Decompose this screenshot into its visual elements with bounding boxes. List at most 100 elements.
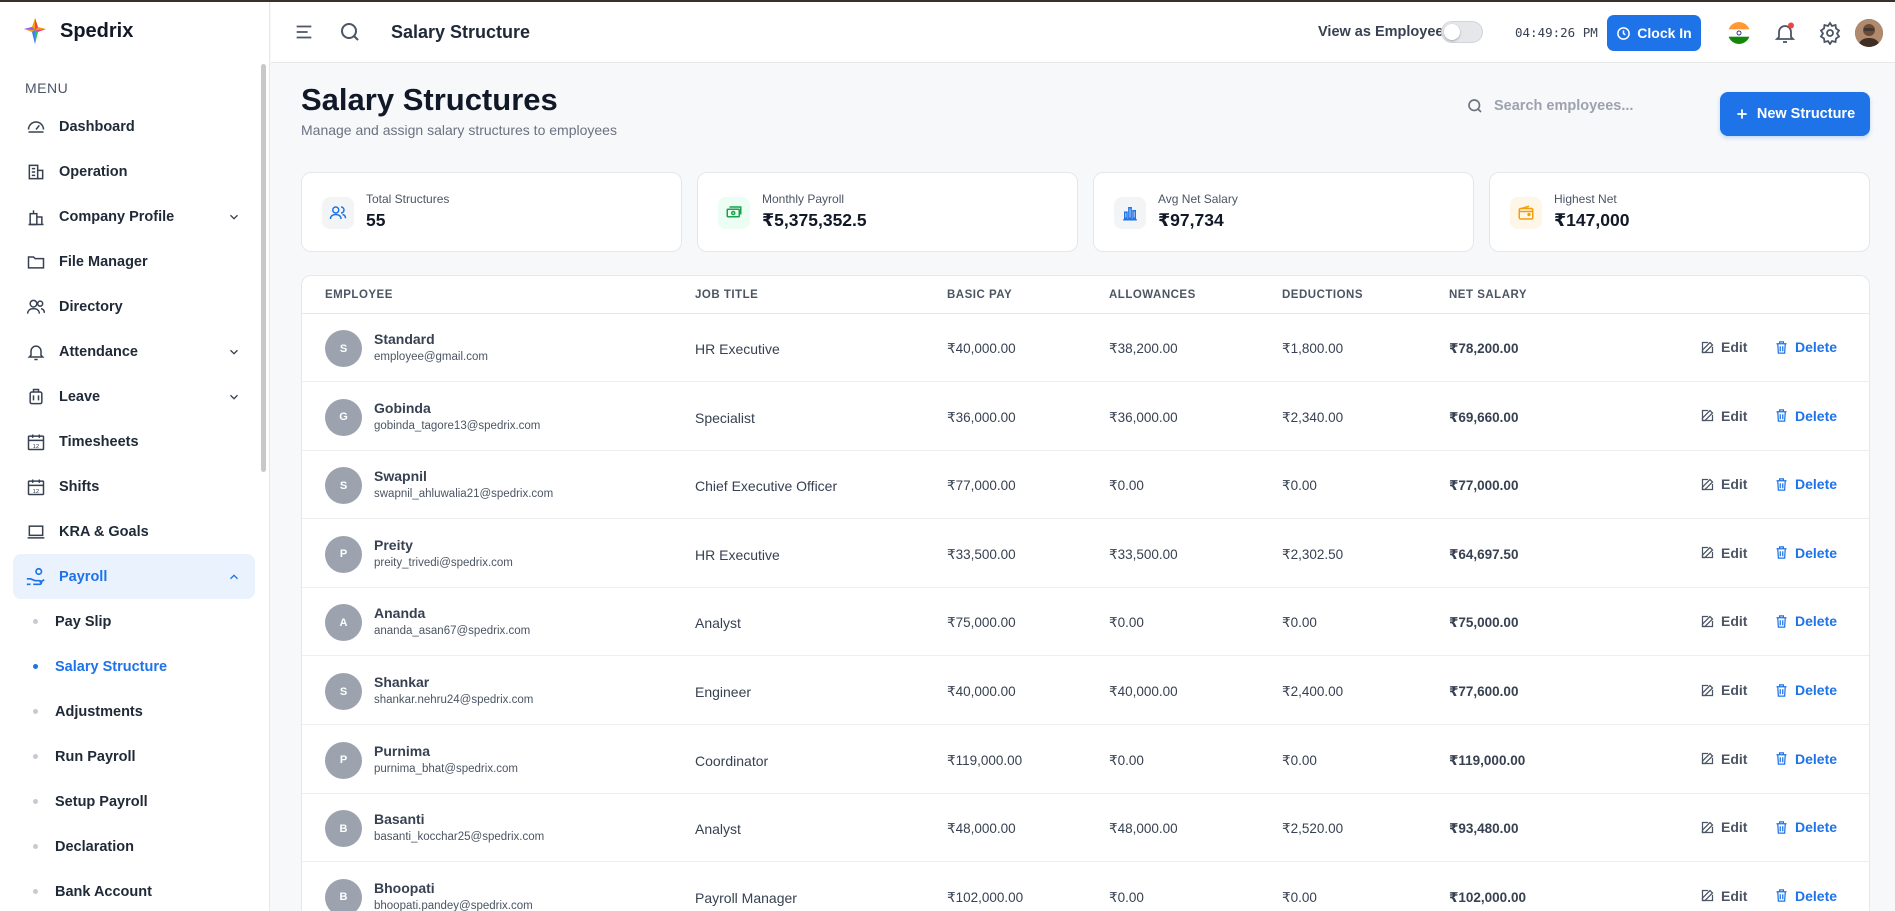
clock-display: 04:49:26 PM	[1515, 25, 1598, 40]
sidebar-subitem-run-payroll[interactable]: Run Payroll	[13, 734, 255, 779]
deductions-cell: ₹2,340.00	[1282, 409, 1344, 425]
edit-label: Edit	[1721, 682, 1748, 698]
employee-name[interactable]: Basanti	[374, 811, 425, 827]
edit-button[interactable]: Edit	[1700, 545, 1747, 561]
allowances-cell: ₹38,200.00	[1109, 341, 1178, 356]
chevron-up-icon[interactable]	[227, 570, 241, 584]
sidebar-item-operation[interactable]: Operation	[13, 149, 255, 194]
col-deductions[interactable]: DEDUCTIONS	[1282, 289, 1363, 301]
users-icon	[25, 296, 47, 318]
brand-name: Spedrix	[60, 19, 134, 42]
edit-icon	[1701, 684, 1714, 696]
edit-button[interactable]: Edit	[1700, 682, 1747, 698]
gear-icon[interactable]	[1818, 21, 1842, 45]
delete-label: Delete	[1795, 476, 1838, 493]
menu-icon[interactable]	[293, 21, 315, 43]
stat-card-monthly-payroll: Monthly Payroll ₹5,375,352.5	[697, 172, 1078, 252]
basic-pay-cell: ₹102,000.00	[947, 889, 1024, 905]
sidebar-subitem-setup-payroll[interactable]: Setup Payroll	[13, 779, 255, 824]
stat-card-highest-net: Highest Net ₹147,000	[1489, 172, 1870, 252]
employee-email: bhoopati.pandey@spedrix.com	[374, 899, 533, 911]
delete-button[interactable]: Delete	[1774, 751, 1837, 767]
clock-in-button[interactable]: Clock In	[1607, 15, 1701, 51]
delete-button[interactable]: Delete	[1774, 408, 1837, 424]
sidebar-subitem-adjustments[interactable]: Adjustments	[13, 689, 255, 734]
bullet-dot	[33, 799, 38, 804]
chevron-down-icon[interactable]	[227, 345, 241, 359]
delete-button[interactable]: Delete	[1774, 888, 1837, 904]
india-flag-icon[interactable]	[1728, 22, 1750, 44]
search-icon[interactable]	[338, 20, 362, 44]
sidebar-item-attendance[interactable]: Attendance	[13, 329, 255, 374]
laptop-icon	[25, 521, 47, 543]
brand[interactable]: Spedrix	[22, 16, 133, 46]
sidebar-item-file-manager[interactable]: File Manager	[13, 239, 255, 284]
users-icon	[322, 197, 354, 229]
user-avatar[interactable]	[1855, 19, 1883, 47]
sidebar-subitem-bank-account[interactable]: Bank Account	[13, 869, 255, 911]
sidebar-item-shifts[interactable]: 12 Shifts	[13, 464, 255, 509]
sidebar-subitem-declaration[interactable]: Declaration	[13, 824, 255, 869]
delete-button[interactable]: Delete	[1774, 476, 1837, 492]
employee-name[interactable]: Shankar	[374, 674, 429, 690]
col-basic-pay[interactable]: BASIC PAY	[947, 289, 1012, 301]
deductions-cell: ₹2,520.00	[1282, 821, 1344, 837]
employee-name[interactable]: Swapnil	[374, 468, 427, 484]
edit-button[interactable]: Edit	[1700, 819, 1747, 835]
sidebar-item-company-profile[interactable]: Company Profile	[13, 194, 255, 239]
col-job-title[interactable]: JOB TITLE	[695, 289, 758, 301]
employee-name[interactable]: Gobinda	[374, 400, 431, 416]
employee-search	[1466, 97, 1654, 115]
sidebar-item-directory[interactable]: Directory	[13, 284, 255, 329]
edit-button[interactable]: Edit	[1700, 476, 1747, 492]
employee-name[interactable]: Preity	[374, 537, 413, 553]
job-title-cell: Coordinator	[695, 752, 769, 769]
col-allowances[interactable]: ALLOWANCES	[1109, 289, 1196, 301]
edit-button[interactable]: Edit	[1700, 751, 1747, 767]
sidebar-subitem-pay-slip[interactable]: Pay Slip	[13, 599, 255, 644]
employee-name[interactable]: Bhoopati	[374, 880, 435, 896]
delete-button[interactable]: Delete	[1774, 545, 1837, 561]
edit-button[interactable]: Edit	[1700, 888, 1747, 904]
sidebar-scrollbar[interactable]	[261, 64, 266, 472]
bullet-dot	[33, 754, 38, 759]
view-as-employee-toggle[interactable]	[1441, 21, 1483, 43]
edit-button[interactable]: Edit	[1700, 339, 1747, 355]
employee-name[interactable]: Standard	[374, 331, 435, 347]
sidebar-item-leave[interactable]: Leave	[13, 374, 255, 419]
table-row: B Basanti basanti_kocchar25@spedrix.com …	[302, 794, 1869, 863]
delete-button[interactable]: Delete	[1774, 819, 1837, 835]
stat-label: Total Structures	[366, 192, 450, 206]
delete-button[interactable]: Delete	[1774, 339, 1837, 355]
salary-structures-table: EMPLOYEE JOB TITLE BASIC PAY ALLOWANCES …	[301, 275, 1870, 911]
delete-button[interactable]: Delete	[1774, 613, 1837, 629]
search-input[interactable]	[1494, 98, 1654, 114]
sidebar-subitem-salary-structure[interactable]: Salary Structure	[13, 644, 255, 689]
sidebar-item-label: Directory	[59, 298, 123, 315]
notification-bell-icon[interactable]	[1773, 21, 1797, 45]
new-structure-button[interactable]: New Structure	[1720, 92, 1870, 136]
sidebar-item-label: KRA & Goals	[59, 523, 149, 540]
delete-button[interactable]: Delete	[1774, 682, 1837, 698]
deductions-cell: ₹0.00	[1282, 615, 1317, 631]
edit-button[interactable]: Edit	[1700, 613, 1747, 629]
sidebar-item-dashboard[interactable]: Dashboard	[13, 104, 255, 149]
chevron-down-icon[interactable]	[227, 390, 241, 404]
sidebar-item-kra-goals[interactable]: KRA & Goals	[13, 509, 255, 554]
employee-name[interactable]: Purnima	[374, 743, 430, 759]
employee-avatar: S	[325, 673, 362, 710]
edit-button[interactable]: Edit	[1700, 408, 1747, 424]
job-title-cell: Analyst	[695, 615, 741, 632]
edit-icon	[1701, 409, 1714, 422]
col-employee[interactable]: EMPLOYEE	[325, 289, 393, 301]
col-net-salary[interactable]: NET SALARY	[1449, 289, 1527, 301]
sidebar: Spedrix MENU Dashboard Operation Company…	[0, 2, 270, 911]
sidebar-item-timesheets[interactable]: 12 Timesheets	[13, 419, 255, 464]
sidebar-item-payroll[interactable]: Payroll	[13, 554, 255, 599]
job-title-cell: Chief Executive Officer	[695, 478, 838, 495]
edit-icon	[1701, 615, 1714, 628]
stat-label: Highest Net	[1554, 192, 1617, 206]
chevron-down-icon[interactable]	[227, 210, 241, 224]
employee-name[interactable]: Ananda	[374, 605, 425, 621]
sidebar-subitem-label: Setup Payroll	[55, 793, 148, 810]
